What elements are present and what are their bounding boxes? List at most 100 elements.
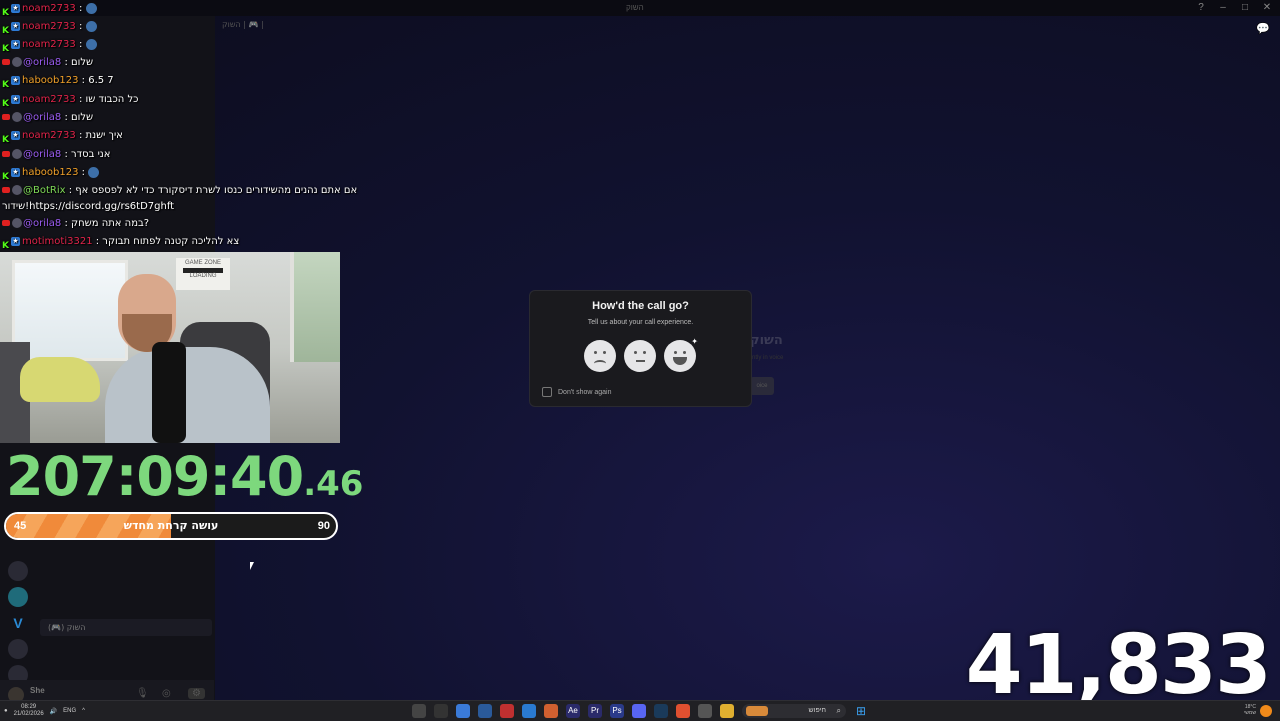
dont-show-again-checkbox[interactable] — [542, 387, 552, 397]
join-voice-button[interactable]: oice — [750, 377, 774, 395]
chat-username: noam2733 — [21, 94, 76, 105]
help-icon[interactable]: ? — [1196, 2, 1206, 13]
goal-progress-bar: 45 עושה קרחת מחדש 90 — [4, 512, 338, 540]
language-indicator[interactable]: ENG — [63, 708, 76, 714]
modal-subtitle: Tell us about your call experience. — [587, 319, 694, 326]
dont-show-again-row[interactable]: Don't show again — [542, 387, 611, 397]
app-icon[interactable] — [478, 704, 492, 718]
badge-icon: ★ — [10, 236, 20, 246]
badge-icon: ★ — [10, 21, 20, 31]
chat-text: אני בסדר — [71, 149, 111, 160]
weather-desc: שמשי — [1244, 710, 1256, 716]
app-icon[interactable] — [500, 704, 514, 718]
chat-text: שלום — [71, 112, 94, 123]
window-controls: ? – □ ✕ — [1196, 2, 1272, 13]
volume-icon[interactable]: 🔊 — [50, 708, 57, 715]
webcam-laundry — [20, 357, 100, 402]
taskbar-search[interactable]: חיפוש ⌕ — [742, 704, 846, 718]
premiere-icon[interactable]: Pr — [588, 704, 602, 718]
system-tray: ● 08:29 21/02/2026 🔊 ENG ^ — [4, 701, 85, 721]
webcam-microphone — [152, 342, 186, 443]
chat-username: @orila8 — [23, 112, 62, 123]
channel-item[interactable] — [40, 636, 212, 653]
kick-platform-icon: K — [2, 44, 9, 54]
badge-icon: ★ — [10, 94, 20, 104]
maximize-button[interactable]: □ — [1240, 2, 1250, 13]
emote-icon — [85, 2, 97, 14]
voice-channel-title: השוק — [750, 333, 783, 348]
search-placeholder: חיפוש — [808, 707, 826, 714]
steam-icon[interactable] — [654, 704, 668, 718]
search-icon: ⌕ — [836, 706, 841, 715]
terminal-icon[interactable] — [434, 704, 448, 718]
search-highlight-image — [746, 706, 768, 716]
settings-gear-icon[interactable]: ⚙ — [188, 688, 205, 699]
channel-item[interactable] — [40, 568, 212, 585]
channel-header: השוק | 🎮 | — [222, 20, 264, 29]
blender-icon[interactable] — [544, 704, 558, 718]
minimize-button[interactable]: – — [1218, 2, 1228, 13]
chat-bubble-icon[interactable]: 💬 — [1256, 22, 1270, 35]
poster-text: LOADING — [189, 273, 217, 279]
chat-message: K★ noam2733 : איך ישנת — [2, 130, 123, 145]
kick-platform-icon: K — [2, 8, 9, 18]
kick-platform-icon: K — [2, 26, 9, 36]
discord-icon[interactable] — [632, 704, 646, 718]
sad-face-button[interactable] — [584, 340, 616, 372]
weather-widget[interactable]: 18°C שמשי — [1244, 704, 1256, 716]
photoshop-icon[interactable]: Ps — [610, 704, 624, 718]
emote-icon — [85, 20, 97, 32]
timer-fraction: .46 — [303, 464, 364, 504]
sparkle-icon: ✦ — [691, 337, 698, 346]
chat-message: @orila8 : שלום — [2, 109, 93, 127]
chat-text: 6.5 7 — [88, 75, 114, 86]
server-icon[interactable] — [8, 639, 28, 659]
avatar — [12, 112, 22, 122]
happy-face-button[interactable]: ✦ — [664, 337, 698, 372]
microphone-icon[interactable]: 🎙 — [136, 688, 149, 699]
kick-platform-icon: K — [2, 172, 9, 182]
webcam-door-background — [290, 252, 340, 362]
chat-text: שלום — [71, 57, 94, 68]
chat-text: שידור!https://discord.gg/rs6tD7ghft — [2, 201, 175, 212]
app-icon[interactable] — [522, 704, 536, 718]
stream-uptime-timer: 207:09:40.46 — [6, 448, 363, 506]
folder-icon[interactable] — [720, 704, 734, 718]
windows-start-icon[interactable]: ⊞ — [854, 704, 868, 718]
chat-message: שידור!https://discord.gg/rs6tD7ghft — [2, 198, 174, 216]
channel-item[interactable] — [40, 602, 212, 619]
chevron-up-icon[interactable]: ^ — [82, 708, 85, 714]
channel-item[interactable] — [40, 585, 212, 602]
youtube-platform-icon — [2, 151, 10, 157]
headphones-icon[interactable]: ◎ — [162, 688, 171, 699]
close-button[interactable]: ✕ — [1262, 2, 1272, 13]
brave-icon[interactable] — [676, 704, 690, 718]
server-icon[interactable] — [8, 561, 28, 581]
notification-icon[interactable]: ● — [4, 708, 8, 714]
channel-item-active[interactable]: (🎮) השוק — [40, 619, 212, 636]
chat-username: haboob123 — [21, 167, 79, 178]
chat-username: noam2733 — [21, 39, 76, 50]
badge-icon: ★ — [10, 39, 20, 49]
chrome-icon[interactable] — [456, 704, 470, 718]
goal-max: 90 — [317, 520, 330, 532]
app-icon[interactable] — [412, 704, 426, 718]
clock[interactable]: 08:29 21/02/2026 — [14, 704, 44, 718]
chat-username: @orila8 — [23, 57, 62, 68]
dont-show-again-label[interactable]: Don't show again — [558, 389, 611, 396]
taskbar-apps: Ae Pr Ps — [412, 704, 734, 718]
chat-message: K★ haboob123 : 6.5 7 — [2, 75, 114, 90]
avatar — [12, 218, 22, 228]
neutral-face-button[interactable] — [624, 340, 656, 372]
chat-message: @orila8 : שלום — [2, 54, 93, 72]
kick-platform-icon: K — [2, 99, 9, 109]
user-name: She — [30, 686, 45, 695]
chat-username: noam2733 — [21, 21, 76, 32]
app-icon[interactable] — [698, 704, 712, 718]
server-icon[interactable] — [8, 587, 28, 607]
channel-item[interactable] — [40, 653, 212, 670]
avatar — [12, 185, 22, 195]
chat-message: @orila8 : במה אתה משחק? — [2, 215, 149, 233]
after-effects-icon[interactable]: Ae — [566, 704, 580, 718]
server-icon-v[interactable]: V — [8, 613, 28, 633]
